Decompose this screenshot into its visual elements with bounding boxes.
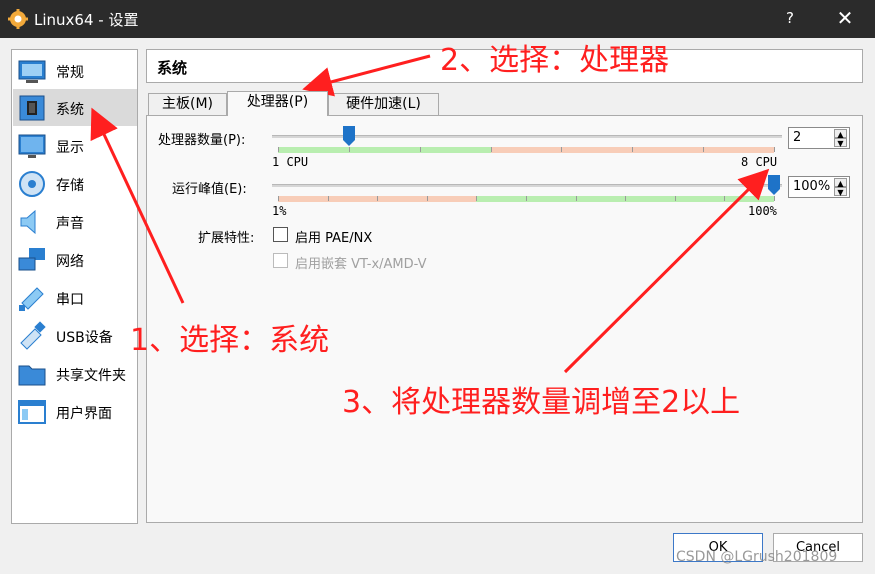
sidebar-item-label: 网络 bbox=[56, 254, 84, 270]
sidebar-item-system[interactable]: 系统 bbox=[13, 89, 137, 126]
slider-tick bbox=[526, 196, 527, 201]
tab-acceleration[interactable]: 硬件加速(L) bbox=[328, 93, 439, 115]
settings-sidebar: 常规 系统 显示 存储 声音 网络 串口 USB设备 共享文件夹 用户界面 bbox=[11, 49, 138, 524]
pae-nx-label: 启用 PAE/NX bbox=[295, 231, 373, 246]
slider-tick bbox=[278, 196, 279, 201]
slider-tick bbox=[575, 196, 577, 201]
execution-cap-handle[interactable] bbox=[768, 175, 780, 195]
slider-tick bbox=[476, 196, 478, 201]
display-icon bbox=[18, 134, 46, 158]
sidebar-item-shared-folders[interactable]: 共享文件夹 bbox=[13, 355, 137, 392]
sidebar-item-label: 串口 bbox=[56, 292, 84, 308]
general-icon bbox=[18, 60, 46, 83]
storage-icon bbox=[19, 171, 45, 197]
sidebar-item-storage[interactable]: 存储 bbox=[13, 165, 137, 202]
serial-port-icon bbox=[19, 287, 44, 311]
slider-tick bbox=[774, 147, 775, 152]
execution-cap-max-label: 100% bbox=[748, 204, 777, 218]
spin-up-icon[interactable]: ▲ bbox=[834, 178, 847, 188]
slider-tick bbox=[632, 147, 634, 152]
tab-processor[interactable]: 处理器(P) bbox=[227, 91, 328, 116]
nested-vtx-label: 启用嵌套 VT-x/AMD-V bbox=[295, 257, 427, 272]
sidebar-item-serial-port[interactable]: 串口 bbox=[13, 279, 137, 316]
nested-vtx-checkbox bbox=[273, 253, 288, 268]
sidebar-item-audio[interactable]: 声音 bbox=[13, 203, 137, 240]
sidebar-item-label: 用户界面 bbox=[56, 406, 112, 422]
slider-tick bbox=[327, 196, 329, 201]
user-interface-icon bbox=[18, 400, 46, 424]
help-button[interactable]: ? bbox=[780, 9, 800, 27]
slider-tick bbox=[278, 147, 279, 152]
processor-count-handle[interactable] bbox=[342, 126, 355, 146]
slider-tick bbox=[348, 147, 350, 152]
execution-cap-value: 100% bbox=[793, 179, 831, 194]
sidebar-item-label: USB设备 bbox=[56, 330, 113, 346]
close-button[interactable]: ✕ bbox=[830, 6, 860, 30]
audio-icon bbox=[20, 209, 36, 235]
sidebar-item-general[interactable]: 常规 bbox=[13, 52, 137, 89]
sidebar-item-user-interface[interactable]: 用户界面 bbox=[13, 393, 137, 430]
processor-count-max-label: 8 CPU bbox=[741, 155, 778, 169]
processor-count-label: 处理器数量(P): bbox=[158, 133, 246, 148]
tab-motherboard[interactable]: 主板(M) bbox=[148, 93, 227, 115]
slider-tick bbox=[625, 196, 627, 201]
slider-tick bbox=[674, 196, 676, 201]
watermark: CSDN @LGrush201809 bbox=[676, 549, 838, 565]
usb-icon bbox=[20, 321, 46, 350]
page-title: 系统 bbox=[157, 59, 188, 77]
virtualbox-settings-icon bbox=[8, 9, 28, 29]
system-icon bbox=[19, 95, 45, 121]
execution-cap-label: 运行峰值(E): bbox=[172, 182, 247, 197]
processor-count-value: 2 bbox=[793, 130, 802, 145]
annotation-step-2: 2、选择：处理器 bbox=[440, 43, 670, 78]
sidebar-item-label: 存储 bbox=[56, 178, 84, 194]
shared-folder-icon bbox=[18, 365, 46, 386]
window-title: Linux64 - 设置 bbox=[34, 11, 139, 29]
slider-tick bbox=[419, 147, 421, 152]
pae-nx-checkbox[interactable] bbox=[273, 227, 288, 242]
extended-features-label: 扩展特性: bbox=[198, 231, 255, 246]
sidebar-item-label: 声音 bbox=[56, 216, 84, 232]
slider-tick bbox=[426, 196, 428, 201]
slider-tick bbox=[490, 147, 492, 152]
sidebar-item-label: 常规 bbox=[56, 65, 84, 81]
sidebar-item-label: 显示 bbox=[56, 140, 84, 156]
slider-tick bbox=[703, 147, 705, 152]
network-icon bbox=[18, 248, 45, 271]
execution-cap-min-label: 1% bbox=[272, 204, 287, 218]
annotation-step-3: 3、将处理器数量调增至2以上 bbox=[342, 385, 741, 420]
spin-down-icon[interactable]: ▼ bbox=[834, 187, 847, 197]
spin-up-icon[interactable]: ▲ bbox=[834, 129, 847, 139]
slider-tick bbox=[561, 147, 563, 152]
slider-tick bbox=[377, 196, 379, 201]
sidebar-item-network[interactable]: 网络 bbox=[13, 241, 137, 278]
sidebar-item-label: 共享文件夹 bbox=[56, 368, 126, 384]
sidebar-item-label: 系统 bbox=[56, 102, 84, 118]
annotation-step-1: 1、选择：系统 bbox=[130, 323, 330, 358]
sidebar-item-display[interactable]: 显示 bbox=[13, 127, 137, 164]
slider-tick bbox=[724, 196, 726, 201]
processor-count-min-label: 1 CPU bbox=[272, 155, 309, 169]
title-bar: Linux64 - 设置 ? ✕ bbox=[0, 0, 875, 38]
execution-cap-spinbox[interactable]: 100% ▲ ▼ bbox=[788, 176, 850, 198]
slider-tick bbox=[774, 196, 775, 201]
sidebar-item-usb[interactable]: USB设备 bbox=[13, 317, 137, 354]
processor-count-spinbox[interactable]: 2 ▲ ▼ bbox=[788, 127, 850, 149]
spin-down-icon[interactable]: ▼ bbox=[834, 138, 847, 148]
